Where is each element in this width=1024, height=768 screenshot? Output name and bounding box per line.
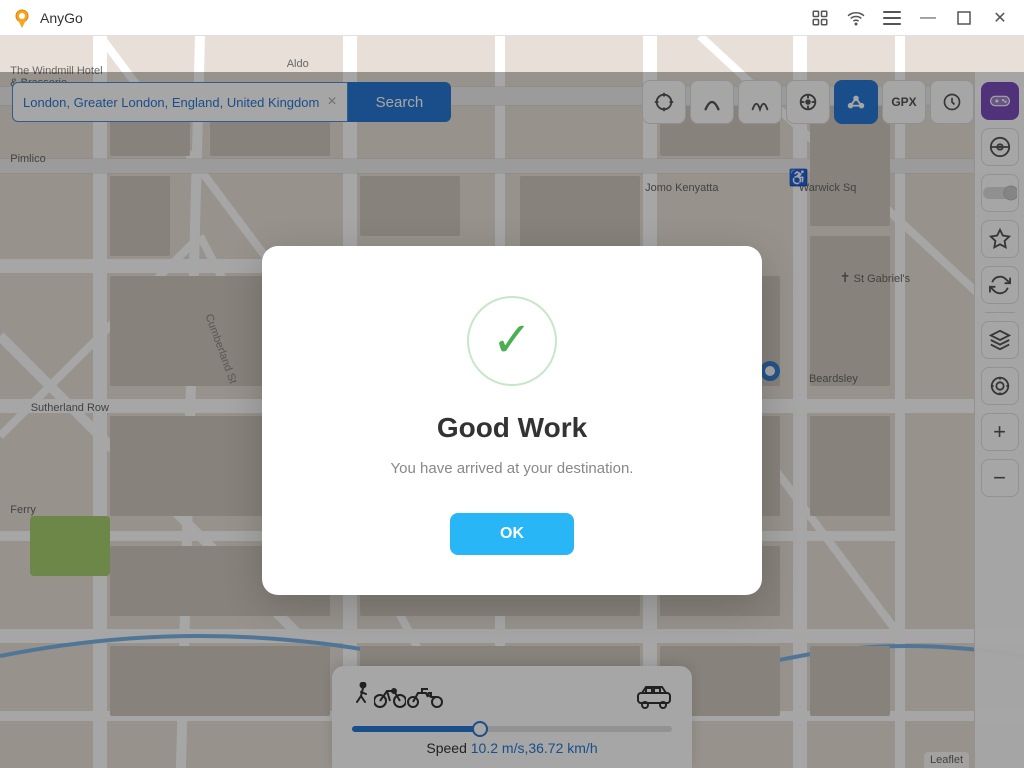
modal-overlay: ✓ Good Work You have arrived at your des…: [0, 72, 1024, 768]
modal-title: Good Work: [437, 412, 587, 444]
map: The Windmill Hotel& Brasserie Aldo Pimli…: [0, 36, 1024, 768]
titlebar-icons: — ✕: [808, 6, 1012, 30]
settings-icon[interactable]: [808, 6, 832, 30]
ok-button[interactable]: OK: [450, 513, 574, 555]
wifi-icon[interactable]: [844, 6, 868, 30]
minimize-button[interactable]: —: [916, 6, 940, 30]
app-title: AnyGo: [40, 10, 83, 26]
maximize-button[interactable]: [952, 6, 976, 30]
menu-icon[interactable]: [880, 6, 904, 30]
check-mark-icon: ✓: [492, 317, 532, 365]
app-logo: [12, 8, 32, 28]
titlebar: AnyGo — ✕: [0, 0, 1024, 36]
close-button[interactable]: ✕: [988, 6, 1012, 30]
success-circle: ✓: [467, 296, 557, 386]
modal-subtitle: You have arrived at your destination.: [391, 460, 634, 477]
success-modal: ✓ Good Work You have arrived at your des…: [262, 246, 762, 595]
titlebar-left: AnyGo: [12, 8, 83, 28]
